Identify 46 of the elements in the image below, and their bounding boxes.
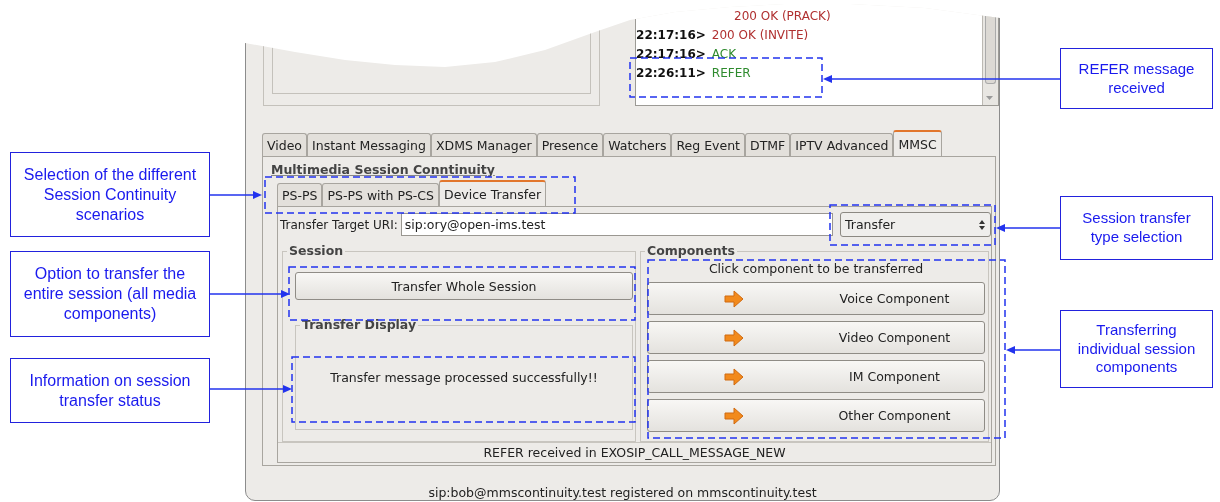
tab[interactable]: DTMF [745,133,791,156]
log-message: 200 OK (PRACK) [734,8,831,25]
component-button[interactable]: Other Component [647,399,985,432]
transfer-session-button[interactable]: Transfer Whole Session [295,272,633,300]
callout-box: Information on session transfer status [10,358,210,423]
callout-box: Option to transfer the entire session (all media components) [10,251,210,337]
frame-title: Components [645,243,737,259]
tab[interactable]: Video [262,133,308,156]
field-label: Transfer Target URI: [280,217,398,232]
tab[interactable]: Watchers [603,133,672,156]
arrow-icon [723,328,745,347]
status-message: Transfer message processed successfully!! [330,370,598,385]
updown-icon [978,218,986,231]
component-button[interactable]: Video Component [647,321,985,354]
registration-status: sip:bob@mmscontinuity.test registered on mmscontinuity.test [427,485,818,500]
tab[interactable]: Instant Messaging [307,133,431,156]
tab[interactable]: IPTV Advanced [790,133,894,156]
section-title: Multimedia Session Conntinuity [270,162,496,179]
hint-text: Click component to be transferred [707,262,925,276]
tab[interactable]: Device Transfer [439,180,547,206]
transfer-type-dropdown[interactable]: Transfer [840,212,991,237]
tab[interactable]: Presence [536,133,604,156]
callout-box: Session transfer type selection [1060,196,1213,260]
status-bar: REFER received in EXOSIP_CALL_MESSAGE_NEW [278,442,991,462]
leader-arrow [209,191,262,199]
component-button[interactable]: Voice Component [647,282,985,315]
callout-box: Transferring individual session components [1060,310,1213,388]
arrow-icon [723,406,745,425]
leader-arrow [1006,346,1061,354]
tab[interactable]: Reg Event [671,133,745,156]
log-message: REFER [711,65,751,82]
leader-arrow [996,224,1061,232]
frame-title: Transfer Display [300,317,419,333]
log-time: 22:26:11> [636,65,706,82]
tab[interactable]: MMSC [893,130,942,156]
tab[interactable]: PS-PS [277,183,323,206]
component-button[interactable]: IM Component [647,360,985,393]
tab[interactable]: PS-PS with PS-CS [322,183,440,206]
arrow-icon [723,289,745,308]
log-message: 200 OK (INVITE) [711,27,809,44]
callout-box: REFER message received [1060,48,1213,109]
arrow-icon [723,367,745,386]
tab[interactable]: XDMS Manager [430,133,537,156]
callout-box: Selection of the different Session Continuity scenarios [10,152,210,237]
uri-field[interactable]: sip:ory@open-ims.test [400,213,833,236]
log-time: 22:17:16> [636,27,706,44]
